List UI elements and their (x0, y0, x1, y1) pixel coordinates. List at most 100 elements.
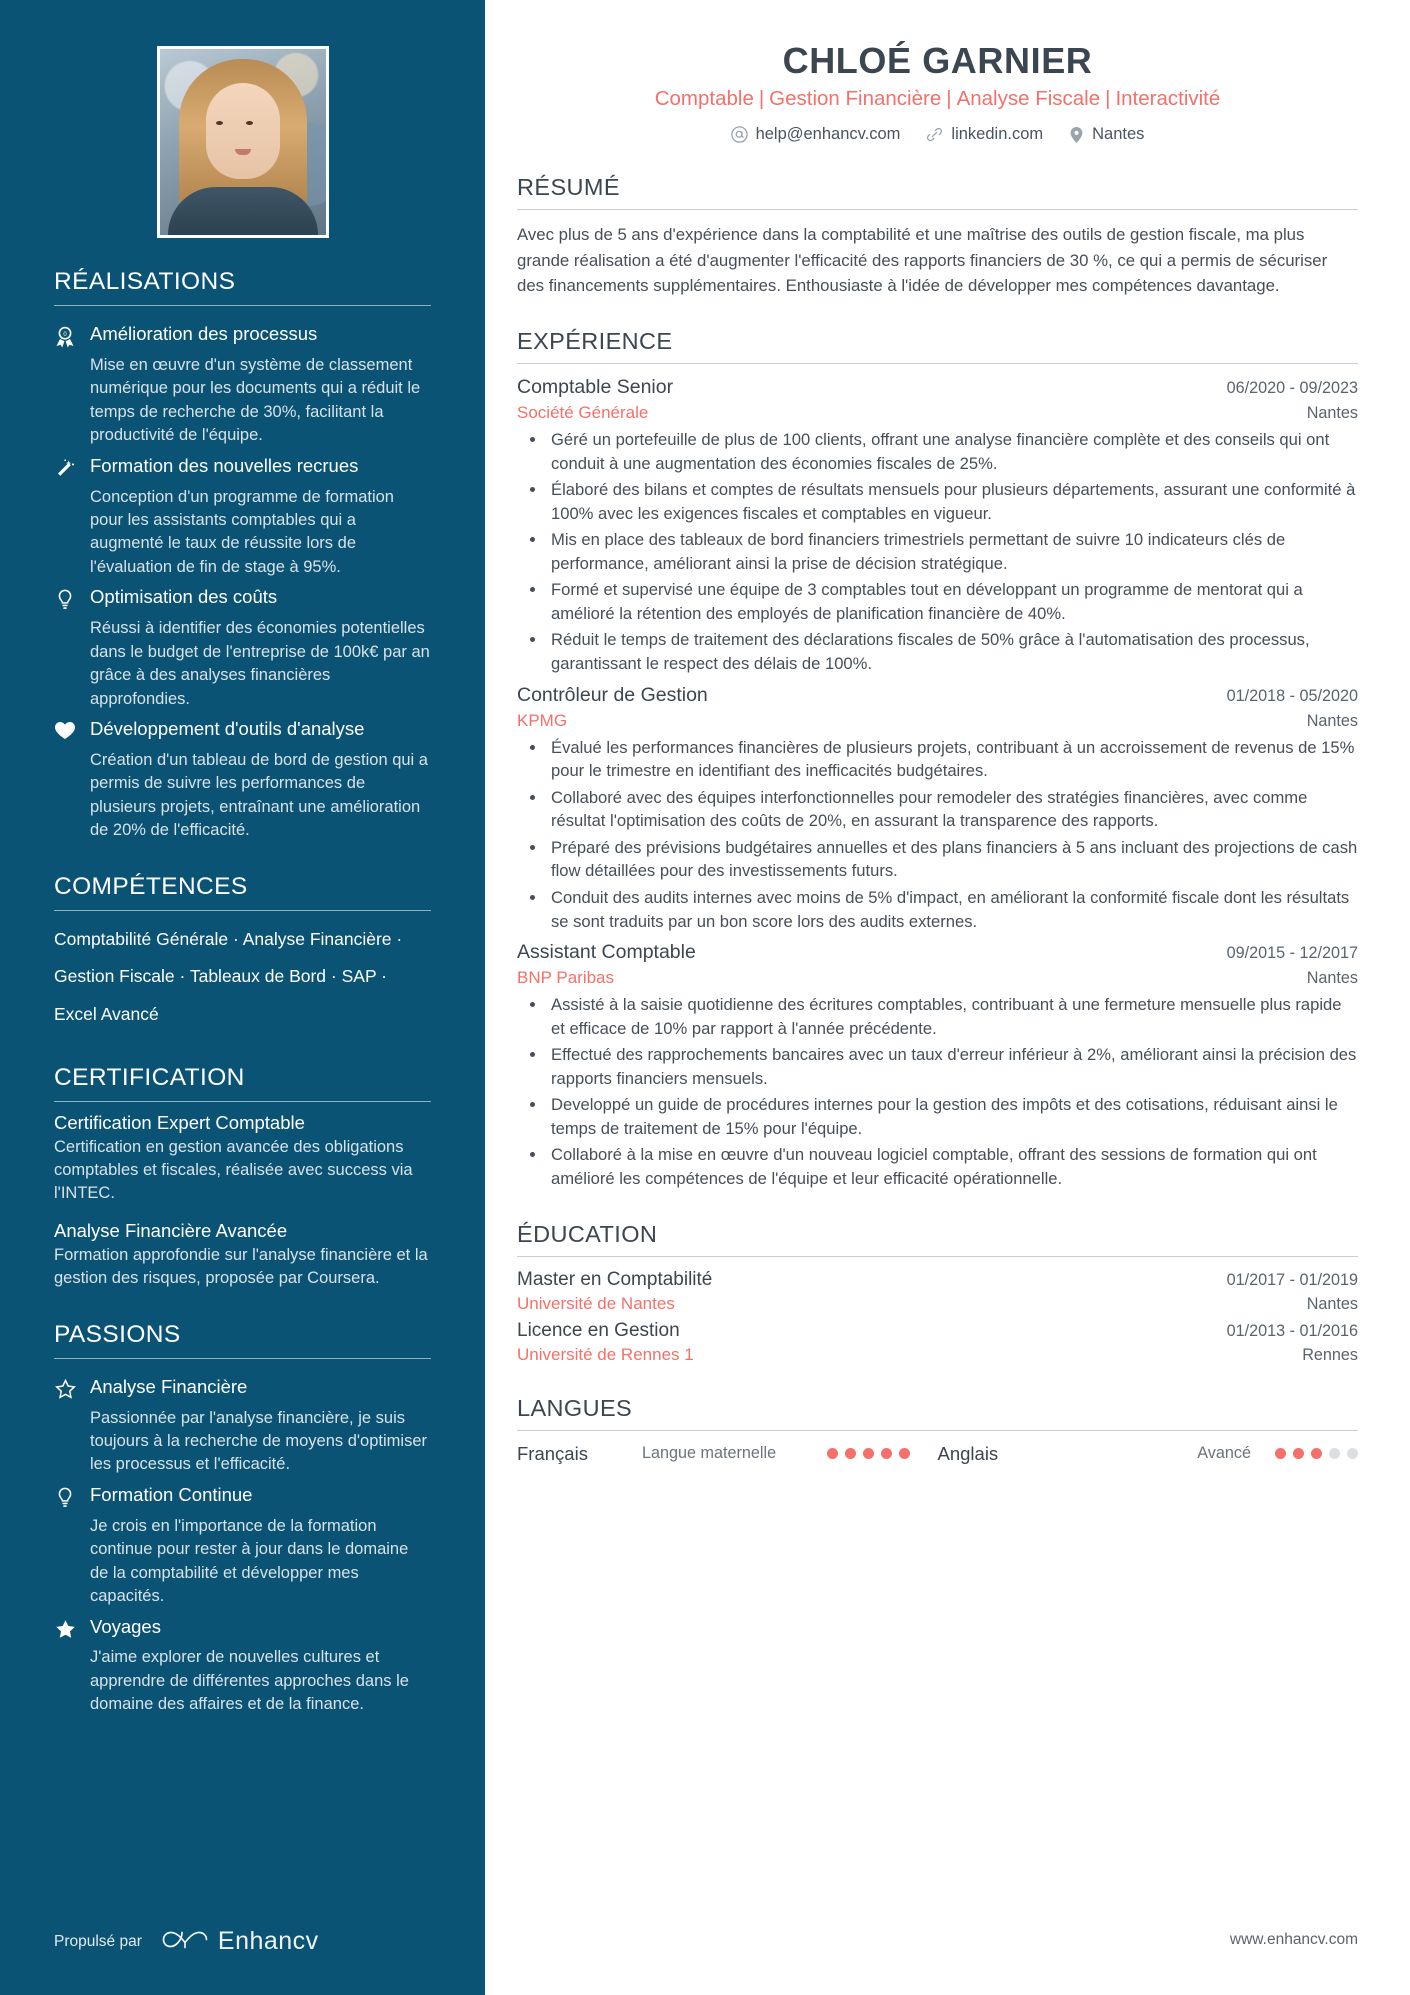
skills-heading: COMPÉTENCES (54, 872, 248, 900)
summary-heading: RÉSUMÉ (517, 174, 620, 201)
certification-title: Analyse Financière Avancée (54, 1219, 288, 1241)
passion-title: Voyages (90, 1615, 161, 1637)
enhancv-brand-name: Enhancv (217, 1927, 319, 1955)
job-location: Nantes (1306, 711, 1358, 730)
job-company: Société Générale (517, 402, 649, 422)
achievement-item: 0 Amélioration des processus (54, 316, 431, 350)
achievements-heading: RÉALISATIONS (54, 268, 236, 295)
footer-url: www.enhancv.com (1229, 1931, 1358, 1948)
achievement-title: Amélioration des processus (90, 323, 318, 344)
enhancv-logo-icon (162, 1926, 208, 1957)
photo-eye-right (245, 121, 253, 125)
achievement-desc: Création d'un tableau de bord de gestion… (90, 750, 428, 840)
job-bullet: Géré un portefeuille de plus de 100 clie… (547, 428, 1358, 475)
job-date: 06/2020 - 09/2023 (1226, 378, 1358, 397)
award-ribbon-icon: 0 (54, 322, 76, 350)
certification-item: Analyse Financière Avancée Formation app… (54, 1220, 431, 1291)
contact-location-text: Nantes (1092, 125, 1145, 144)
achievement-item: Optimisation des coûts (54, 579, 431, 613)
achievement-desc: Conception d'un programme de formation p… (90, 487, 394, 576)
achievement-title: Développement d'outils d'analyse (90, 717, 365, 739)
contact-linkedin[interactable]: linkedin.com (926, 125, 1043, 144)
achievement-item: Développement d'outils d'analyse (54, 711, 431, 745)
education-school: Université de Rennes 1 (517, 1344, 694, 1364)
certification-desc: Certification en gestion avancée des obl… (54, 1137, 413, 1203)
rating-dot (1311, 1448, 1322, 1460)
contact-row: help@enhancv.com linkedin.com Nantes (517, 125, 1358, 144)
section-skills: COMPÉTENCES Comptabilité Générale · Anal… (54, 873, 431, 1034)
rating-dot (1347, 1448, 1358, 1460)
section-languages: LANGUES Français Langue maternelle Angla… (517, 1395, 1358, 1465)
star-outline-icon (54, 1375, 76, 1403)
page-title: CHLOÉ GARNIER (782, 40, 1093, 81)
contact-email-text: help@enhancv.com (755, 125, 901, 144)
education-title: Master en Comptabilité (517, 1268, 713, 1290)
sidebar: RÉALISATIONS 0 Amélioration des processu… (0, 0, 485, 1995)
sidebar-footer: Propulsé par Enhancv (54, 1926, 319, 1957)
passion-desc: Passionnée par l'analyse financière, je … (90, 1408, 427, 1474)
education-entry: Master en Comptabilité 01/2017 - 01/2019… (517, 1269, 1358, 1314)
achievement-item: Formation des nouvelles recrues (54, 448, 431, 482)
passions-heading: PASSIONS (54, 1320, 181, 1348)
rating-dot (827, 1448, 838, 1460)
passion-title: Formation Continue (90, 1483, 253, 1505)
passion-title: Analyse Financière (90, 1375, 248, 1397)
resume-page: RÉALISATIONS 0 Amélioration des processu… (0, 0, 1410, 1995)
headline-separator: | (1105, 87, 1111, 111)
language-name: Français (517, 1442, 588, 1464)
job-bullet: Developpé un guide de procédures interne… (547, 1093, 1358, 1140)
rating-dot (1329, 1448, 1340, 1460)
achievement-desc: Mise en œuvre d'un système de classement… (90, 355, 421, 445)
education-school: Université de Nantes (517, 1293, 675, 1313)
job-location: Nantes (1306, 969, 1358, 988)
contact-location: Nantes (1069, 125, 1144, 144)
job-location: Nantes (1306, 403, 1358, 422)
job-title: Comptable Senior (517, 375, 674, 398)
rating-dot (845, 1448, 856, 1460)
section-certification: CERTIFICATION Certification Expert Compt… (54, 1064, 431, 1291)
location-pin-icon (1069, 126, 1084, 144)
certification-desc: Formation approfondie sur l'analyse fina… (54, 1245, 428, 1288)
language-level: Avancé (1197, 1444, 1251, 1463)
education-date: 01/2013 - 01/2016 (1226, 1321, 1358, 1340)
language-rating (827, 1448, 910, 1460)
summary-text: Avec plus de 5 ans d'expérience dans la … (517, 225, 1328, 295)
photo-shoulders (167, 187, 318, 235)
rating-dot (881, 1448, 892, 1460)
certification-heading: CERTIFICATION (54, 1063, 245, 1091)
language-item: Anglais Avancé (937, 1442, 1358, 1465)
passion-item: Voyages (54, 1609, 431, 1643)
experience-entry: Assistant Comptable 09/2015 - 12/2017 BN… (517, 941, 1358, 1191)
education-entry: Licence en Gestion 01/2013 - 01/2016 Uni… (517, 1320, 1358, 1365)
language-item: Français Langue maternelle (517, 1443, 938, 1465)
avatar (156, 46, 329, 238)
job-company: BNP Paribas (517, 968, 615, 988)
rating-dot (863, 1448, 874, 1460)
powered-by-label: Propulsé par (54, 1932, 142, 1950)
section-achievements: RÉALISATIONS 0 Amélioration des processu… (54, 268, 431, 843)
skills-line: Excel Avancé (54, 1003, 159, 1024)
job-bullet: Effectué des rapprochements bancaires av… (547, 1043, 1358, 1090)
profile-photo-wrap (0, 0, 485, 238)
job-company: KPMG (517, 710, 568, 730)
job-bullet: Conduit des audits internes avec moins d… (547, 886, 1358, 933)
divider (54, 1357, 431, 1359)
headline-part: Interactivité (1115, 87, 1221, 111)
language-name: Anglais (937, 1442, 999, 1464)
link-icon (926, 126, 943, 143)
skills-line: Gestion Fiscale · Tableaux de Bord · SAP… (54, 966, 387, 987)
job-bullets: Géré un portefeuille de plus de 100 clie… (517, 428, 1358, 676)
education-location: Rennes (1302, 1345, 1358, 1364)
certification-title: Certification Expert Comptable (54, 1111, 305, 1133)
contact-email[interactable]: help@enhancv.com (730, 125, 901, 144)
job-bullet: Réduit le temps de traitement des déclar… (547, 628, 1358, 675)
languages-row: Français Langue maternelle Anglais Avanc… (517, 1443, 1358, 1465)
divider (517, 209, 1358, 211)
experience-entry: Contrôleur de Gestion 01/2018 - 05/2020 … (517, 684, 1358, 934)
achievement-title: Formation des nouvelles recrues (90, 454, 359, 476)
job-date: 01/2018 - 05/2020 (1226, 686, 1358, 705)
lightbulb-icon (54, 585, 76, 613)
language-level: Langue maternelle (642, 1444, 777, 1463)
divider (517, 1429, 1358, 1431)
divider (517, 362, 1358, 364)
